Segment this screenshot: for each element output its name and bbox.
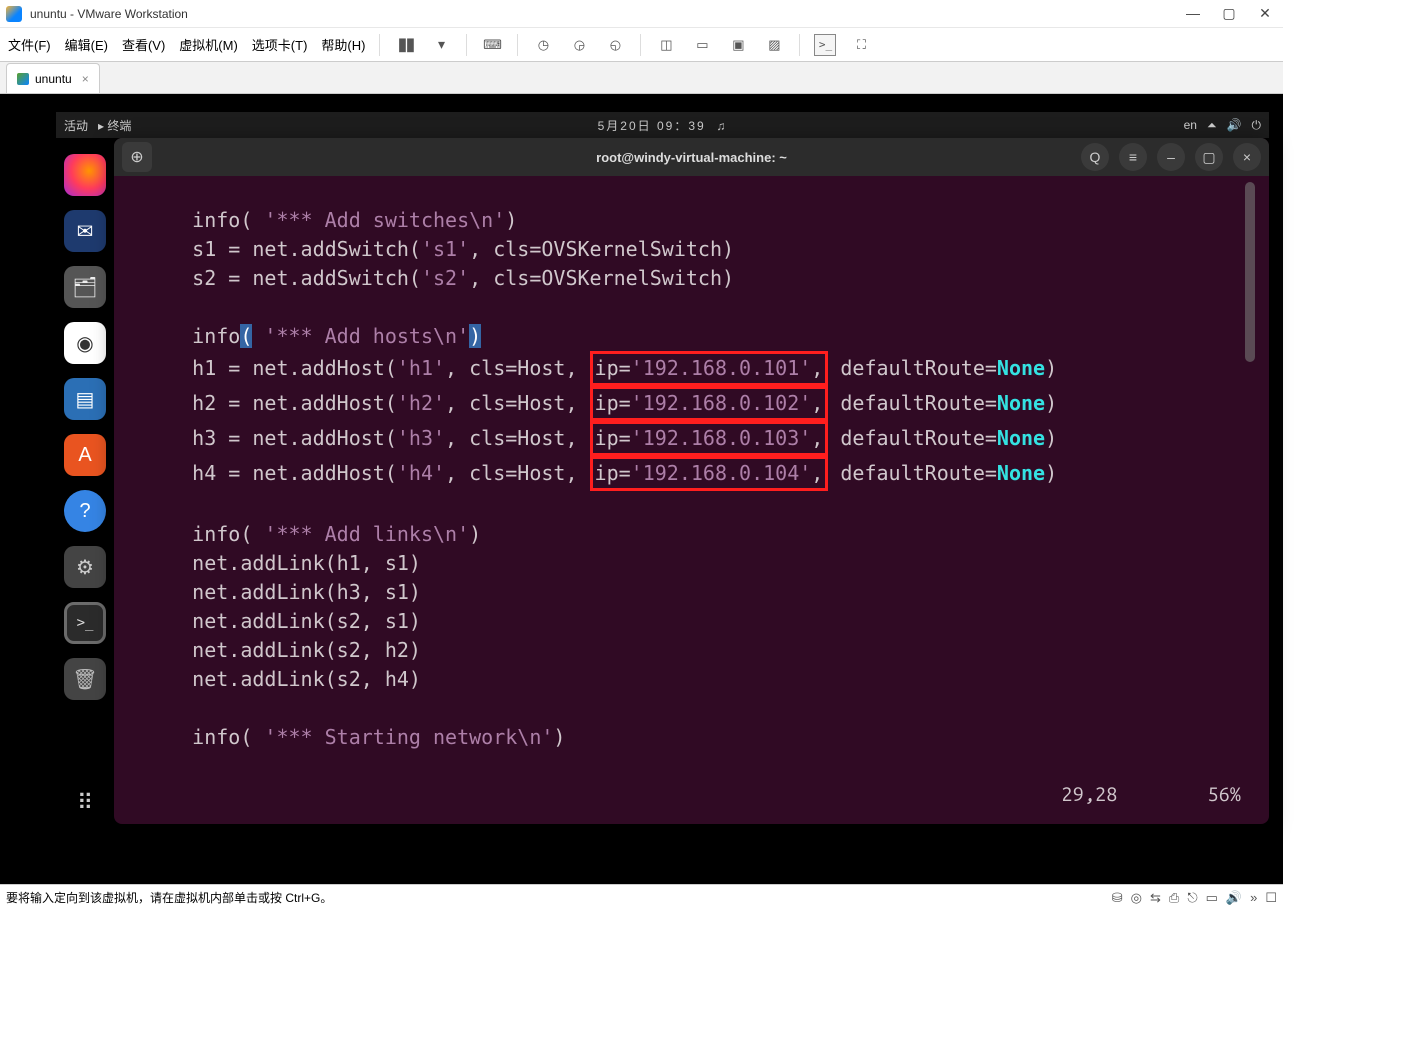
dock-firefox-icon[interactable] [64, 154, 106, 196]
hamburger-menu-icon[interactable]: ≡ [1119, 143, 1147, 171]
device-sound-icon[interactable]: 🔊 [1226, 890, 1242, 906]
device-cd-icon[interactable]: ◎ [1131, 890, 1142, 906]
tab-vm-icon [17, 73, 29, 85]
vmware-status-bar: 要将输入定向到该虚拟机，请在虚拟机内部单击或按 Ctrl+G。 ⛁ ◎ ⇆ ⎙ … [0, 884, 1283, 910]
play-dropdown-icon[interactable]: ▾ [430, 34, 452, 56]
cursor-position: 29,28 [1061, 779, 1117, 808]
window-title: ununtu - VMware Workstation [30, 7, 188, 21]
separator [466, 34, 467, 56]
volume-icon[interactable]: 🔊 [1227, 118, 1242, 132]
minimize-button[interactable]: — [1181, 5, 1205, 22]
dock-help-icon[interactable]: ? [64, 490, 106, 532]
revert-snapshot-icon[interactable]: ◶ [568, 34, 590, 56]
input-lang[interactable]: en [1184, 118, 1197, 132]
fullscreen-icon[interactable]: ⛶ [850, 34, 872, 56]
menu-edit[interactable]: 编辑(E) [65, 35, 108, 54]
dock-show-apps-icon[interactable]: ⠿ [64, 782, 106, 824]
dock-terminal-icon[interactable]: >_ [64, 602, 106, 644]
clock[interactable]: 5月20日 09：39 ♫ [598, 117, 728, 134]
separator [799, 34, 800, 56]
dock-thunderbird-icon[interactable]: ✉ [64, 210, 106, 252]
menu-view[interactable]: 查看(V) [122, 35, 165, 54]
vmware-app-icon [6, 6, 22, 22]
window-controls: — ▢ ✕ [1181, 5, 1277, 22]
dock-software-icon[interactable]: A [64, 434, 106, 476]
vim-status: 29,28 56% [1061, 779, 1241, 808]
vm-tab[interactable]: ununtu × [6, 63, 100, 93]
network-icon[interactable]: ⏶ [1207, 118, 1217, 133]
terminal-body[interactable]: info( '*** Add switches\n') s1 = net.add… [114, 176, 1269, 824]
search-icon[interactable]: Q [1081, 143, 1109, 171]
status-hint: 要将输入定向到该虚拟机，请在虚拟机内部单击或按 Ctrl+G。 [6, 889, 332, 906]
terminal-scrollbar[interactable] [1245, 182, 1255, 362]
unity-mode-icon[interactable]: ▣ [727, 34, 749, 56]
menu-help[interactable]: 帮助(H) [321, 35, 365, 54]
device-hdd-icon[interactable]: ⛁ [1112, 890, 1123, 906]
menu-tabs[interactable]: 选项卡(T) [252, 35, 308, 54]
manage-snapshots-icon[interactable]: ◵ [604, 34, 626, 56]
window-titlebar: ununtu - VMware Workstation — ▢ ✕ [0, 0, 1283, 28]
snapshot-icon[interactable]: ◷ [532, 34, 554, 56]
maximize-button[interactable]: ▢ [1217, 5, 1241, 22]
ubuntu-dock: ✉ 🗂 ◉ ▤ A ? ⚙ >_ 🗑 ⠿ [56, 138, 114, 824]
ubuntu-top-bar: 活动 ▸ 终端 5月20日 09：39 ♫ en ⏶ 🔊 ⏻ [56, 112, 1269, 138]
console-icon[interactable]: >_ [814, 34, 836, 56]
dock-trash-icon[interactable]: 🗑 [64, 658, 106, 700]
terminal-close-icon[interactable]: × [1233, 143, 1261, 171]
close-button[interactable]: ✕ [1253, 5, 1277, 22]
terminal-maximize-icon[interactable]: ▢ [1195, 143, 1223, 171]
terminal-minimize-icon[interactable]: – [1157, 143, 1185, 171]
status-more-icon[interactable]: » [1250, 890, 1257, 906]
separator [379, 34, 380, 56]
separator [517, 34, 518, 56]
new-tab-button[interactable]: ⊕ [122, 142, 152, 172]
status-device-icons: ⛁ ◎ ⇆ ⎙ ⎋ ▭ 🔊 » ☐ [1112, 890, 1277, 906]
detach-tab-icon[interactable]: ▨ [763, 34, 785, 56]
activities-button[interactable]: 活动 [64, 117, 88, 134]
pause-icon[interactable]: ▮▮ [394, 34, 416, 56]
status-input-icon[interactable]: ☐ [1265, 890, 1277, 906]
device-network-icon[interactable]: ⇆ [1150, 890, 1161, 906]
device-usb-icon[interactable]: ⎋ [1187, 890, 1197, 906]
separator [640, 34, 641, 56]
menu-bar: 文件(F) 编辑(E) 查看(V) 虚拟机(M) 选项卡(T) 帮助(H) ▮▮… [0, 28, 1283, 62]
scroll-percent: 56% [1207, 779, 1241, 808]
dock-settings-icon[interactable]: ⚙ [64, 546, 106, 588]
dock-libreoffice-icon[interactable]: ▤ [64, 378, 106, 420]
guest-display[interactable]: 活动 ▸ 终端 5月20日 09：39 ♫ en ⏶ 🔊 ⏻ ✉ 🗂 ◉ ▤ A… [0, 94, 1283, 884]
device-display-icon[interactable]: ▭ [1206, 890, 1218, 906]
bell-icon: ♫ [716, 119, 727, 133]
single-window-icon[interactable]: ▭ [691, 34, 713, 56]
power-icon[interactable]: ⏻ [1252, 118, 1262, 133]
dock-files-icon[interactable]: 🗂 [64, 266, 106, 308]
menu-vm[interactable]: 虚拟机(M) [179, 35, 238, 54]
tab-label: ununtu [35, 72, 72, 86]
dock-rhythmbox-icon[interactable]: ◉ [64, 322, 106, 364]
tab-strip: ununtu × [0, 62, 1283, 94]
send-ctrl-alt-del-icon[interactable]: ⌨ [481, 34, 503, 56]
menu-file[interactable]: 文件(F) [8, 35, 51, 54]
terminal-window: ⊕ root@windy-virtual-machine: ~ Q ≡ – ▢ … [114, 138, 1269, 824]
terminal-content: info( '*** Add switches\n') s1 = net.add… [144, 206, 1239, 752]
split-view-icon[interactable]: ◫ [655, 34, 677, 56]
tab-close-icon[interactable]: × [82, 72, 89, 86]
device-printer-icon[interactable]: ⎙ [1169, 890, 1179, 906]
terminal-indicator[interactable]: ▸ 终端 [98, 117, 131, 134]
terminal-header: ⊕ root@windy-virtual-machine: ~ Q ≡ – ▢ … [114, 138, 1269, 176]
terminal-title: root@windy-virtual-machine: ~ [596, 150, 787, 165]
